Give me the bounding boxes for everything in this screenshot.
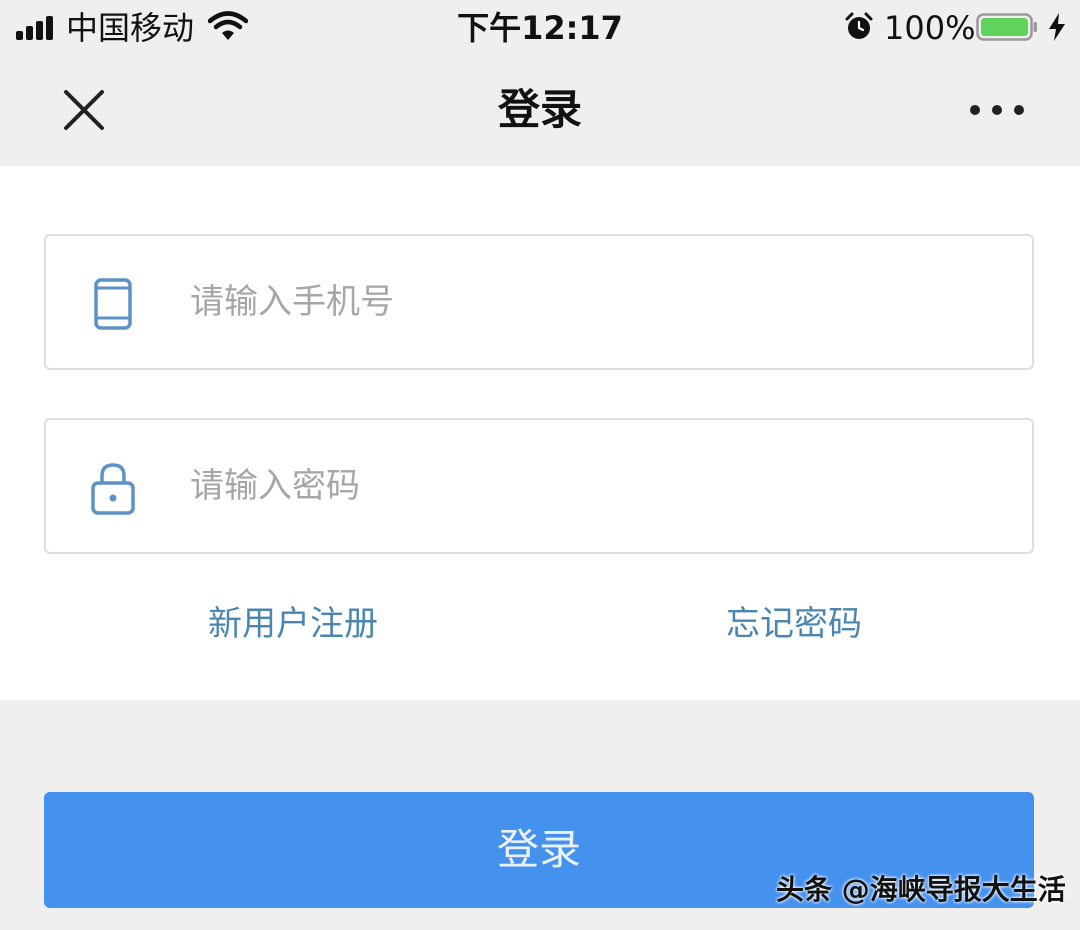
- phone-icon: [94, 278, 132, 330]
- nav-bar: 登录: [0, 56, 1080, 166]
- login-form: 新用户注册 忘记密码: [0, 166, 1080, 700]
- phone-input[interactable]: [190, 266, 990, 338]
- page-title: 登录: [497, 85, 582, 134]
- charging-icon: [1049, 13, 1065, 41]
- more-icon[interactable]: [966, 92, 1028, 128]
- password-field: [44, 418, 1034, 554]
- login-screen: 中国移动 下午12:17 100% 登录 请输入手机号 新用户注册 忘记密码 登…: [0, 0, 1080, 930]
- password-input[interactable]: [190, 450, 990, 522]
- watermark: 头条 @海峡导报大生活: [776, 873, 1066, 906]
- battery-icon: [976, 13, 1037, 41]
- register-link[interactable]: 新用户注册: [208, 600, 378, 648]
- lock-icon: [91, 463, 135, 515]
- alarm-icon: [845, 12, 873, 39]
- status-bar: 中国移动 下午12:17 100%: [0, 0, 1080, 56]
- forgot-password-link[interactable]: 忘记密码: [726, 600, 862, 648]
- phone-field: [44, 234, 1034, 370]
- battery-percent: 100%: [884, 9, 976, 47]
